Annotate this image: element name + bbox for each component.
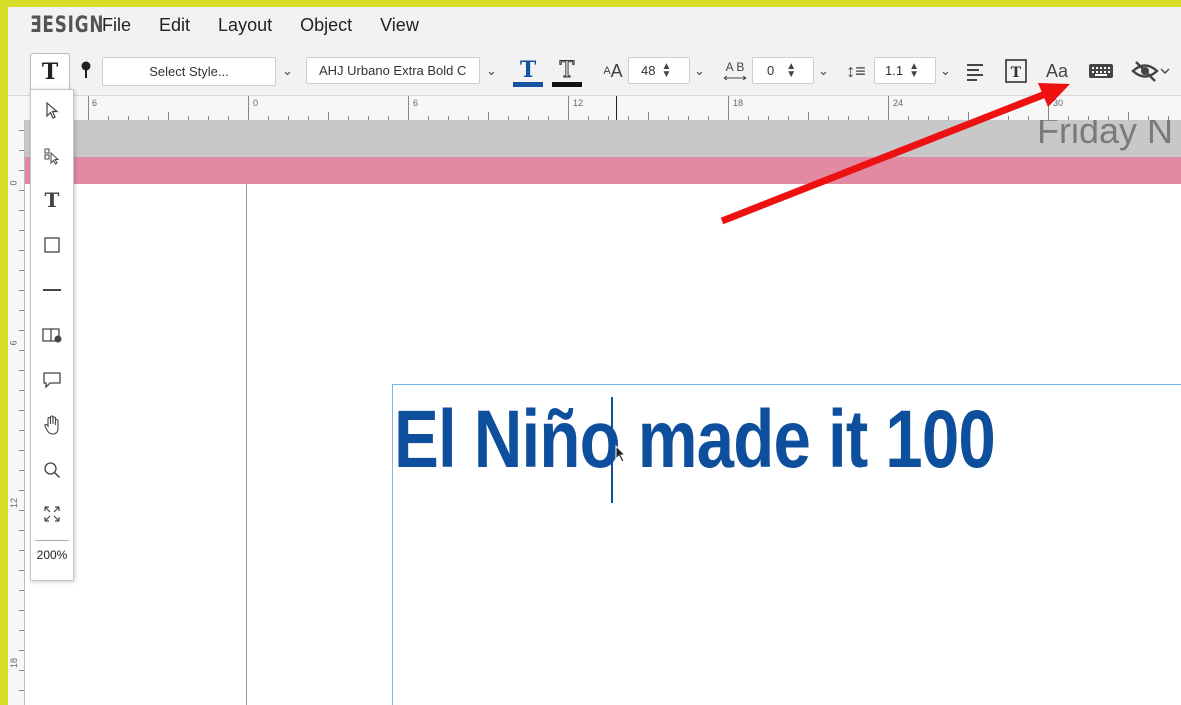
app-window: ƎESIGN File Edit Layout Object View T Se… (8, 7, 1181, 705)
annotation-arrow (720, 83, 1070, 225)
